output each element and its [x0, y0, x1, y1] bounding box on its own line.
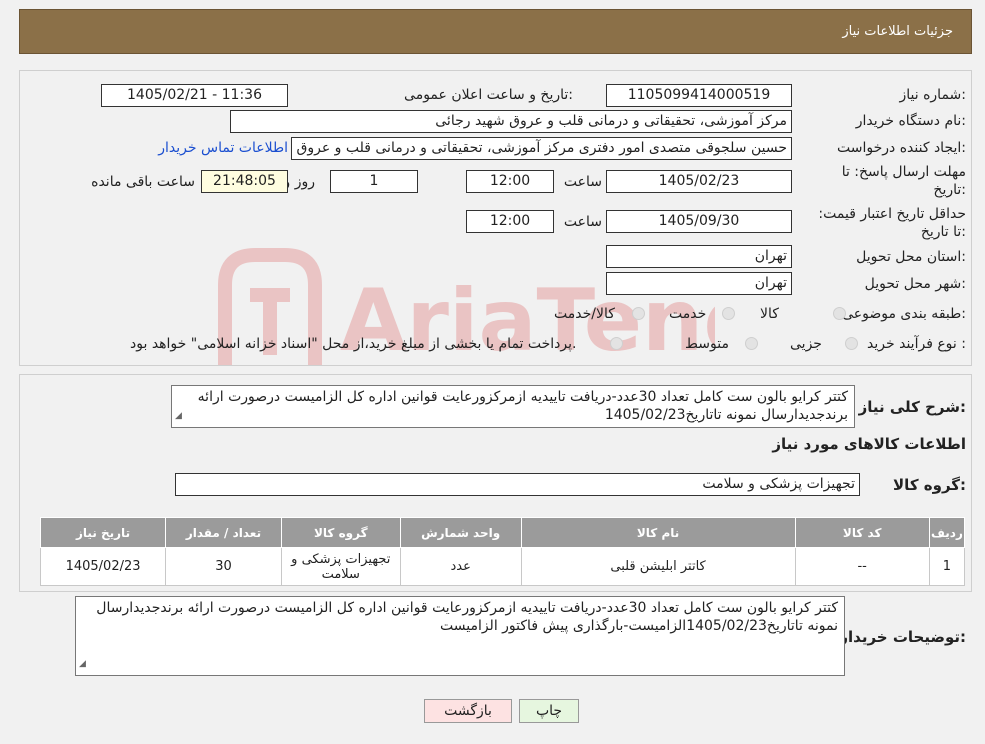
col-header-name: نام کالا: [520, 517, 796, 548]
page-header: جزئیات اطلاعات نیاز: [19, 9, 972, 54]
process-radio-medium[interactable]: [745, 337, 758, 350]
treasury-checkbox[interactable]: [610, 337, 623, 350]
cell-row-number: 1: [928, 547, 966, 586]
col-header-quantity: تعداد / مقدار: [165, 517, 282, 548]
resize-handle-icon[interactable]: ◢: [79, 655, 86, 673]
col-header-group: گروه کالا: [280, 517, 401, 548]
category-radio-goods[interactable]: [833, 307, 846, 320]
col-header-row-number: ردیف: [928, 517, 966, 548]
announce-datetime-label: تاریخ و ساعت اعلان عمومی:: [404, 87, 573, 103]
col-header-code: کد کالا: [794, 517, 930, 548]
summary-text: کتتر کرایو بالون ست کامل تعداد 30عدد-دری…: [197, 389, 848, 423]
remaining-time-field: 21:48:05: [201, 170, 288, 193]
buyer-org-label: نام دستگاه خریدار:: [855, 113, 966, 129]
col-header-unit: واحد شمارش: [399, 517, 522, 548]
cell-unit: عدد: [399, 547, 522, 586]
reply-deadline-label: مهلت ارسال پاسخ: تا تاریخ:: [841, 164, 966, 198]
province-field: تهران: [606, 245, 792, 268]
buyer-notes-text: کتتر کرایو بالون ست کامل تعداد 30عدد-دری…: [96, 600, 838, 634]
announce-datetime-field: 1405/02/21 - 11:36: [101, 84, 288, 107]
process-type-label: نوع فرآیند خرید :: [867, 336, 966, 352]
table-header-row: ردیف کد کالا نام کالا واحد شمارش گروه کا…: [39, 517, 966, 548]
city-field: تهران: [606, 272, 792, 295]
goods-group-label: گروه کالا:: [893, 476, 966, 494]
reply-time-field: 12:00: [466, 170, 554, 193]
cell-code: --: [794, 547, 930, 586]
remaining-label: ساعت باقی مانده: [91, 174, 195, 190]
buyer-notes-label: توضیحات خریدار:: [839, 628, 966, 646]
print-button[interactable]: چاپ: [519, 699, 579, 723]
category-radio-goods-service[interactable]: [632, 307, 645, 320]
goods-info-heading: اطلاعات کالاهای مورد نیاز: [772, 435, 966, 453]
back-button[interactable]: بازگشت: [424, 699, 512, 723]
city-label: شهر محل تحویل:: [864, 276, 966, 292]
reply-date-field: 1405/02/23: [606, 170, 792, 193]
process-radio-minor[interactable]: [845, 337, 858, 350]
price-validity-label: حداقل تاریخ اعتبار قیمت: تا تاریخ:: [818, 206, 966, 240]
validity-hour-label: ساعت: [563, 214, 602, 230]
reply-days-field: 1: [330, 170, 418, 193]
category-label: طبقه بندی موضوعی:: [842, 306, 966, 322]
resize-handle-icon[interactable]: ◢: [175, 407, 182, 425]
buyer-org-field: مرکز آموزشی، تحقیقاتی و درمانی قلب و عرو…: [230, 110, 792, 133]
need-number-field: 1105099414000519: [606, 84, 792, 107]
category-radio-service[interactable]: [722, 307, 735, 320]
province-label: استان محل تحویل:: [856, 249, 966, 265]
cell-quantity: 30: [165, 547, 282, 586]
summary-textarea[interactable]: کتتر کرایو بالون ست کامل تعداد 30عدد-دری…: [171, 385, 855, 428]
treasury-note: پرداخت تمام یا بخشی از مبلغ خرید،از محل …: [130, 336, 577, 352]
category-option-goods: کالا: [760, 306, 779, 322]
validity-date-field: 1405/09/30: [606, 210, 792, 233]
goods-group-field: تجهیزات پزشکی و سلامت: [175, 473, 860, 496]
category-option-goods-service: کالا/خدمت: [554, 306, 615, 322]
need-number-label: شماره نیاز:: [899, 87, 966, 103]
summary-label: شرح کلی نیاز:: [858, 398, 966, 416]
validity-time-field: 12:00: [466, 210, 554, 233]
buyer-notes-textarea[interactable]: کتتر کرایو بالون ست کامل تعداد 30عدد-دری…: [75, 596, 845, 676]
requester-field: حسین سلجوقی متصدی امور دفتری مرکز آموزشی…: [291, 137, 792, 160]
col-header-need-date: تاریخ نیاز: [39, 517, 167, 548]
goods-table: ردیف کد کالا نام کالا واحد شمارش گروه کا…: [39, 517, 966, 586]
cell-group: تجهیزات پزشکی و سلامت: [280, 547, 401, 586]
page-title: جزئیات اطلاعات نیاز: [842, 24, 953, 39]
category-option-service: خدمت: [669, 306, 707, 322]
buyer-contact-link[interactable]: اطلاعات تماس خریدار: [158, 140, 288, 156]
process-option-minor: جزیی: [790, 336, 822, 352]
day-and-label: روز و: [283, 174, 316, 190]
cell-name: کاتتر ابلیشن قلبی: [520, 547, 796, 586]
table-row: 1 -- کاتتر ابلیشن قلبی عدد تجهیزات پزشکی…: [39, 547, 966, 586]
reply-hour-label: ساعت: [563, 174, 602, 190]
process-option-medium: متوسط: [685, 336, 729, 352]
cell-need-date: 1405/02/23: [39, 547, 167, 586]
requester-label: ایجاد کننده درخواست:: [837, 140, 966, 156]
